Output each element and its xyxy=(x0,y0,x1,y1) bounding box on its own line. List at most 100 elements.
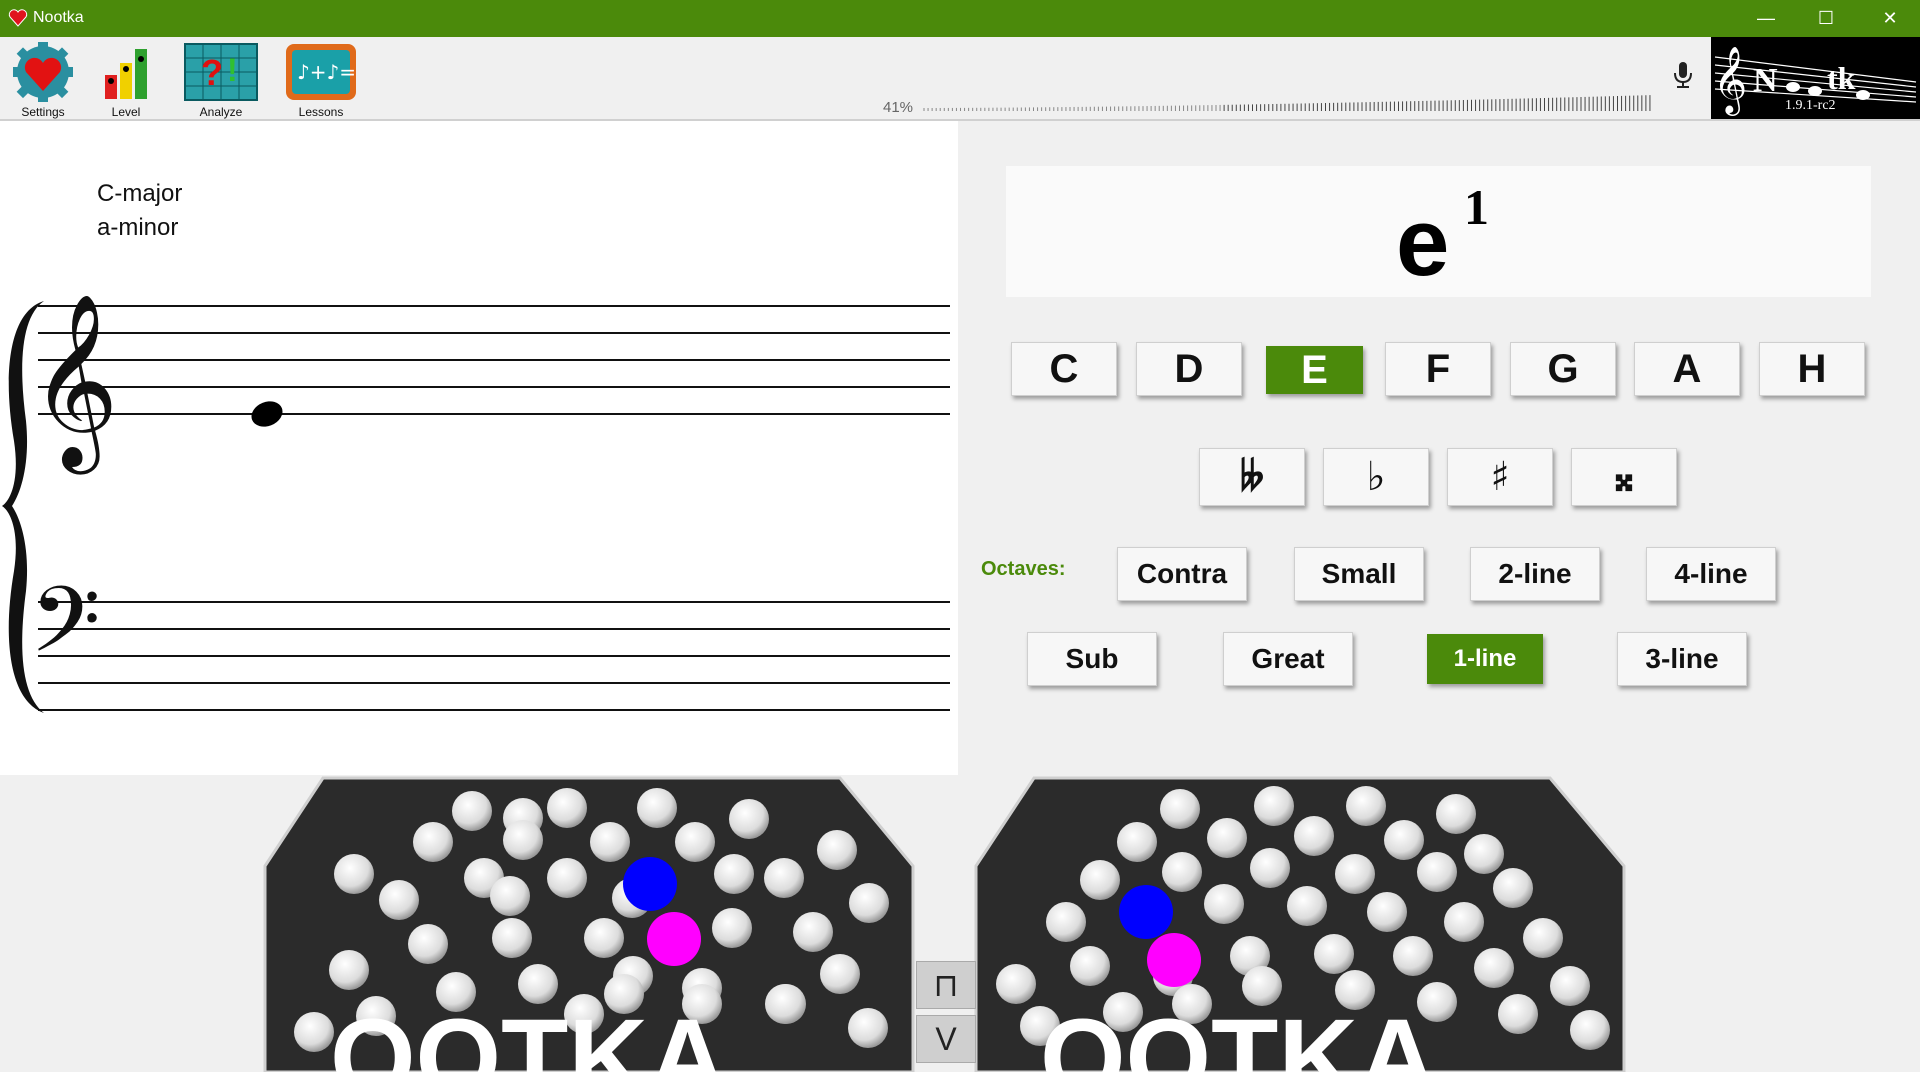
bandoneon-key[interactable] xyxy=(793,912,833,952)
sharp-button[interactable]: ♯ xyxy=(1447,448,1553,506)
nootka-logo[interactable]: 𝄞 N tk 1.9.1-rc2 xyxy=(1711,37,1920,119)
analyze-button[interactable]: ? ! Analyze xyxy=(178,41,264,119)
bandoneon-key[interactable] xyxy=(1294,816,1334,856)
octave-button-great[interactable]: Great xyxy=(1223,632,1353,686)
lessons-button[interactable]: ♪+♪= Lessons xyxy=(278,41,364,119)
bellows-close-button[interactable]: V xyxy=(916,1015,976,1063)
bandoneon-key[interactable] xyxy=(714,854,754,894)
bandoneon-key[interactable] xyxy=(490,876,530,916)
lessons-label: Lessons xyxy=(298,105,344,119)
note-button-a[interactable]: A xyxy=(1634,342,1740,396)
bandoneon-key[interactable] xyxy=(1204,884,1244,924)
bandoneon-key[interactable] xyxy=(1250,848,1290,888)
bandoneon-key[interactable] xyxy=(1498,994,1538,1034)
bandoneon-key[interactable] xyxy=(1207,818,1247,858)
bandoneon-key[interactable] xyxy=(1254,786,1294,826)
octaves-label: Octaves: xyxy=(981,558,1066,580)
bandoneon-key[interactable] xyxy=(1080,860,1120,900)
octave-button-2-line[interactable]: 2-line xyxy=(1470,547,1600,601)
octave-button-contra[interactable]: Contra xyxy=(1117,547,1247,601)
left-highlight-close-key[interactable] xyxy=(647,912,701,966)
bandoneon-key[interactable] xyxy=(1493,868,1533,908)
note-head-e1[interactable] xyxy=(248,397,287,431)
bandoneon-key[interactable] xyxy=(1464,834,1504,874)
bandoneon-key[interactable] xyxy=(712,908,752,948)
settings-label: Settings xyxy=(21,105,65,119)
bandoneon-key[interactable] xyxy=(637,788,677,828)
bandoneon-key[interactable] xyxy=(848,1008,888,1048)
bandoneon-key[interactable] xyxy=(413,822,453,862)
left-highlight-open-key[interactable] xyxy=(623,857,677,911)
double-flat-button[interactable]: 𝄫 xyxy=(1199,448,1305,506)
right-highlight-close-key[interactable] xyxy=(1147,933,1201,987)
maximize-button[interactable]: ☐ xyxy=(1796,0,1856,37)
bandoneon-key[interactable] xyxy=(1444,902,1484,942)
right-highlight-open-key[interactable] xyxy=(1119,885,1173,939)
note-octave-mark: 1 xyxy=(1464,179,1489,235)
note-button-d[interactable]: D xyxy=(1136,342,1242,396)
bandoneon-key[interactable] xyxy=(1160,789,1200,829)
bandoneon-key[interactable] xyxy=(1287,886,1327,926)
bandoneon-key[interactable] xyxy=(1346,786,1386,826)
note-button-f[interactable]: F xyxy=(1385,342,1491,396)
bandoneon-key[interactable] xyxy=(492,918,532,958)
bandoneon-key[interactable] xyxy=(590,822,630,862)
close-button[interactable]: ✕ xyxy=(1860,0,1920,37)
volume-meter[interactable]: 41% xyxy=(880,71,1660,116)
note-button-g[interactable]: G xyxy=(1510,342,1616,396)
bandoneon-key[interactable] xyxy=(1523,918,1563,958)
bandoneon-key[interactable] xyxy=(766,984,806,1024)
bandoneon-key[interactable] xyxy=(1162,852,1202,892)
octave-button-4-line[interactable]: 4-line xyxy=(1646,547,1776,601)
bandoneon-key[interactable] xyxy=(379,880,419,920)
bellows-open-button[interactable]: ⊓ xyxy=(916,961,976,1009)
bandoneon-key[interactable] xyxy=(1474,948,1514,988)
note-button-c[interactable]: C xyxy=(1011,342,1117,396)
bandoneon-key[interactable] xyxy=(584,918,624,958)
bandoneon-key[interactable] xyxy=(547,858,587,898)
treble-clef-icon: 𝄞 xyxy=(30,293,119,475)
bandoneon-key[interactable] xyxy=(820,954,860,994)
bandoneon-key[interactable] xyxy=(329,950,369,990)
bandoneon-key[interactable] xyxy=(1393,936,1433,976)
level-button[interactable]: Level xyxy=(83,41,169,119)
double-sharp-button[interactable]: 𝄪 xyxy=(1571,448,1677,506)
octave-button-small[interactable]: Small xyxy=(1294,547,1424,601)
bandoneon-key[interactable] xyxy=(1367,892,1407,932)
bandoneon-key[interactable] xyxy=(503,820,543,860)
octave-button-1-line[interactable]: 1-line xyxy=(1427,634,1543,684)
octave-button-3-line[interactable]: 3-line xyxy=(1617,632,1747,686)
bandoneon-key[interactable] xyxy=(334,854,374,894)
bandoneon-key[interactable] xyxy=(996,964,1036,1004)
bandoneon-key[interactable] xyxy=(849,883,889,923)
note-button-h[interactable]: H xyxy=(1759,342,1865,396)
bandoneon-key[interactable] xyxy=(452,791,492,831)
bandoneon-key[interactable] xyxy=(729,799,769,839)
bandoneon-key[interactable] xyxy=(547,788,587,828)
minimize-button[interactable]: — xyxy=(1736,0,1796,37)
bandoneon-key[interactable] xyxy=(675,822,715,862)
bandoneon-key[interactable] xyxy=(1550,966,1590,1006)
octave-button-sub[interactable]: Sub xyxy=(1027,632,1157,686)
microphone-icon[interactable] xyxy=(1672,60,1694,90)
bandoneon-key[interactable] xyxy=(1417,852,1457,892)
note-button-e[interactable]: E xyxy=(1266,346,1363,394)
settings-button[interactable]: Settings xyxy=(0,41,86,119)
score-staff[interactable]: C-major a-minor 𝄞 𝄢 xyxy=(0,121,958,775)
bandoneon-key[interactable] xyxy=(1046,902,1086,942)
flat-button[interactable]: ♭ xyxy=(1323,448,1429,506)
bandoneon-key[interactable] xyxy=(294,1012,334,1052)
bandoneon-key[interactable] xyxy=(1335,854,1375,894)
bandoneon-key[interactable] xyxy=(1384,820,1424,860)
bandoneon-key[interactable] xyxy=(1570,1010,1610,1050)
bass-clef-icon: 𝄢 xyxy=(30,567,101,695)
level-bars-icon xyxy=(105,49,147,99)
bandoneon-key[interactable] xyxy=(1070,946,1110,986)
bandoneon-key[interactable] xyxy=(408,924,448,964)
bandoneon-key[interactable] xyxy=(817,830,857,870)
bandoneon-key[interactable] xyxy=(1436,794,1476,834)
bandoneon-key[interactable] xyxy=(764,858,804,898)
analyze-label: Analyze xyxy=(199,105,243,119)
bandoneon-key[interactable] xyxy=(1117,822,1157,862)
bandoneon-key[interactable] xyxy=(1314,934,1354,974)
